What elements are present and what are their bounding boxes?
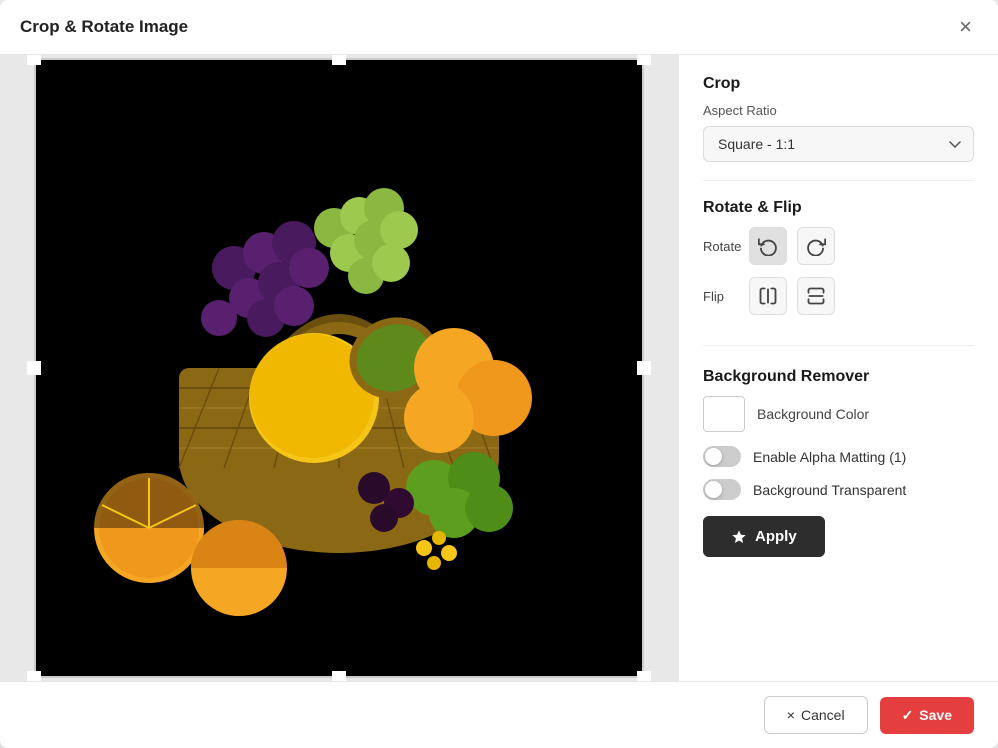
crop-container[interactable]	[34, 58, 644, 678]
bg-color-swatch[interactable]	[703, 396, 745, 432]
enable-alpha-toggle[interactable]	[703, 446, 741, 467]
flip-label: Flip	[703, 289, 739, 304]
bg-transparent-toggle[interactable]	[703, 479, 741, 500]
save-button[interactable]: ✓ Save	[880, 697, 974, 734]
rotate-left-button[interactable]	[749, 227, 787, 265]
save-icon: ✓	[902, 707, 914, 724]
toggle-knob	[705, 448, 722, 465]
divider-2	[703, 345, 974, 346]
bg-transparent-label: Background Transparent	[753, 482, 906, 498]
rotate-flip-title: Rotate & Flip	[703, 199, 974, 217]
fruit-image	[34, 58, 644, 678]
flip-row: Flip	[703, 277, 974, 315]
bg-color-label: Background Color	[757, 406, 869, 422]
flip-horizontal-button[interactable]	[749, 277, 787, 315]
crop-section-title: Crop	[703, 75, 974, 93]
aspect-ratio-select[interactable]: Square - 1:1 16:9 4:3 3:2 Free	[703, 126, 974, 162]
apply-label: Apply	[755, 528, 797, 545]
cancel-button[interactable]: × Cancel	[764, 696, 868, 734]
toggle-knob-2	[705, 481, 722, 498]
close-button[interactable]: ×	[953, 14, 978, 40]
modal-footer: × Cancel ✓ Save	[0, 681, 998, 748]
rotate-right-button[interactable]	[797, 227, 835, 265]
bg-transparent-row: Background Transparent	[703, 479, 974, 500]
modal-header: Crop & Rotate Image ×	[0, 0, 998, 55]
controls-panel: Crop Aspect Ratio Square - 1:1 16:9 4:3 …	[678, 55, 998, 681]
save-label: Save	[919, 707, 952, 723]
modal-body: Crop Aspect Ratio Square - 1:1 16:9 4:3 …	[0, 55, 998, 681]
modal-title: Crop & Rotate Image	[20, 17, 188, 37]
image-panel	[0, 55, 678, 681]
bg-remover-title: Background Remover	[703, 368, 974, 386]
flip-vertical-button[interactable]	[797, 277, 835, 315]
rotate-row: Rotate	[703, 227, 974, 265]
bg-remover-section: Background Remover Background Color Enab…	[703, 368, 974, 557]
divider-1	[703, 180, 974, 181]
crop-rotate-modal: Crop & Rotate Image ×	[0, 0, 998, 748]
enable-alpha-label: Enable Alpha Matting (1)	[753, 449, 906, 465]
enable-alpha-row: Enable Alpha Matting (1)	[703, 446, 974, 467]
cancel-label: Cancel	[801, 707, 845, 723]
apply-button[interactable]: Apply	[703, 516, 825, 557]
aspect-ratio-label: Aspect Ratio	[703, 103, 974, 118]
apply-icon	[731, 529, 747, 545]
crop-section: Crop Aspect Ratio Square - 1:1 16:9 4:3 …	[703, 75, 974, 162]
rotate-flip-section: Rotate & Flip Rotate	[703, 199, 974, 327]
cancel-icon: ×	[787, 707, 795, 723]
rotate-label: Rotate	[703, 239, 739, 254]
bg-color-row: Background Color	[703, 396, 974, 432]
